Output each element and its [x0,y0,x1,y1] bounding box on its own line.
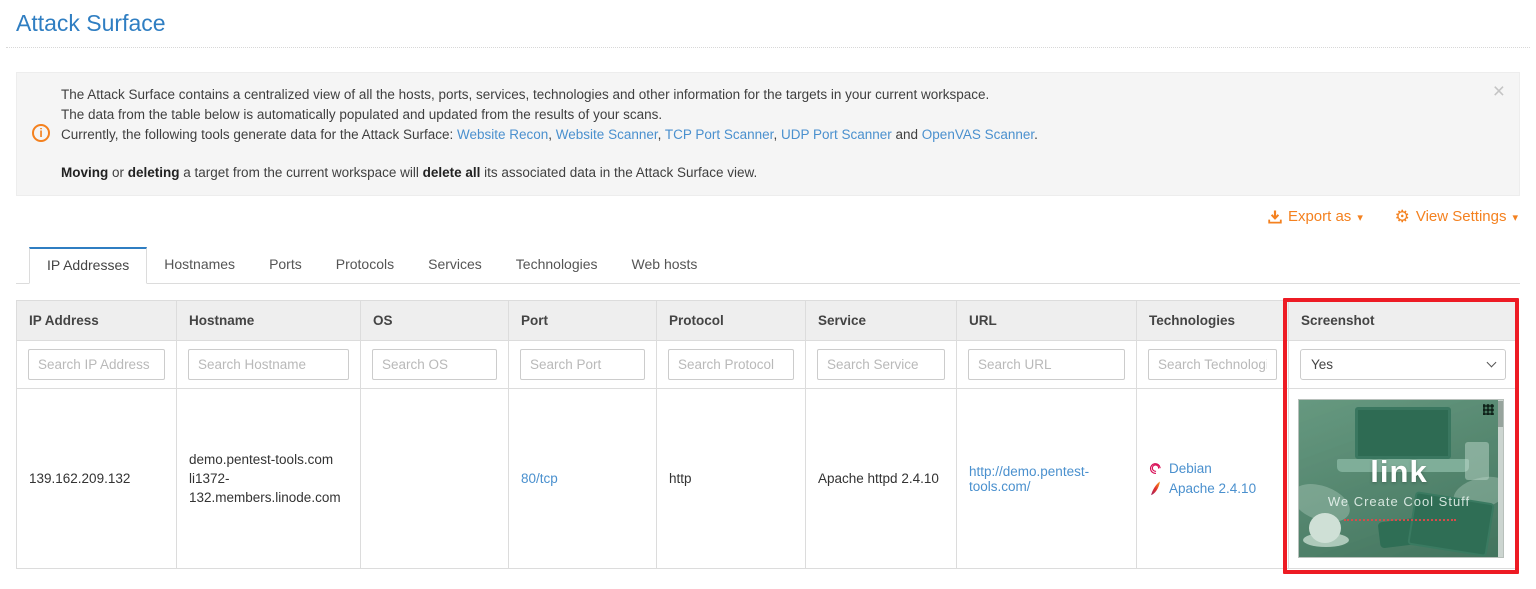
col-header-technologies: Technologies [1137,301,1289,341]
screenshot-filter-select[interactable]: Yes [1300,349,1506,380]
tab-services[interactable]: Services [411,247,499,283]
separator: , [548,127,556,142]
cell-os [361,389,509,569]
thumbnail-checker-icon [1483,404,1494,415]
hostname-secondary: li1372-132.members.linode.com [189,469,348,507]
separator: . [1034,127,1038,142]
apache-link[interactable]: Apache 2.4.10 [1169,481,1256,496]
thumbnail-red-text-line [1344,518,1456,521]
chevron-down-icon [1487,358,1497,368]
apache-icon [1149,481,1162,496]
search-url-input[interactable] [968,349,1125,380]
technology-item-apache: Apache 2.4.10 [1149,481,1276,496]
link-tcp-port-scanner[interactable]: TCP Port Scanner [665,127,774,142]
table-toolbar: Export as ▾ ⚙ View Settings ▾ [16,208,1518,230]
table-row: 139.162.209.132 demo.pentest-tools.com l… [17,389,1518,569]
info-warning-line: Moving or deleting a target from the cur… [61,163,1475,183]
debian-icon [1149,462,1162,475]
port-link[interactable]: 80/tcp [521,471,558,486]
thumbnail-subheading: We Create Cool Stuff [1299,494,1499,509]
info-line-3: Currently, the following tools generate … [61,125,1475,145]
cell-technologies: Debian [1137,389,1289,569]
attack-surface-tabs: IP Addresses Hostnames Ports Protocols S… [16,247,1520,284]
col-header-screenshot: Screenshot [1289,301,1518,341]
caret-down-icon: ▾ [1512,211,1518,224]
cell-service: Apache httpd 2.4.10 [806,389,957,569]
search-technologies-input[interactable] [1148,349,1277,380]
col-header-url: URL [957,301,1137,341]
view-settings-button[interactable]: ⚙ View Settings ▾ [1395,208,1518,225]
tab-ip-addresses[interactable]: IP Addresses [29,247,147,284]
thumbnail-laptop-shape [1355,407,1451,459]
screenshot-thumbnail[interactable]: link We Create Cool Stuff [1298,399,1504,558]
col-header-protocol: Protocol [657,301,806,341]
info-line-2: The data from the table below is automat… [61,105,1475,125]
tab-protocols[interactable]: Protocols [319,247,411,283]
search-port-input[interactable] [520,349,645,380]
cell-ip-address: 139.162.209.132 [17,389,177,569]
url-link[interactable]: http://demo.pentest-tools.com/ [969,464,1089,494]
cell-protocol: http [657,389,806,569]
thumbnail-scrollbar-thumb [1498,401,1503,427]
col-header-service: Service [806,301,957,341]
technology-item-debian: Debian [1149,461,1276,476]
col-header-hostname: Hostname [177,301,361,341]
page-title: Attack Surface [16,10,1536,37]
tab-web-hosts[interactable]: Web hosts [615,247,715,283]
gear-icon: ⚙ [1395,209,1410,225]
search-os-input[interactable] [372,349,497,380]
close-icon[interactable]: × [1493,81,1505,102]
info-line-1: The Attack Surface contains a centralize… [61,85,1475,105]
search-hostname-input[interactable] [188,349,349,380]
tab-hostnames[interactable]: Hostnames [147,247,252,283]
cell-url: http://demo.pentest-tools.com/ [957,389,1137,569]
tab-ports[interactable]: Ports [252,247,319,283]
thumbnail-heading: link [1299,456,1499,488]
link-website-recon[interactable]: Website Recon [457,127,548,142]
col-header-port: Port [509,301,657,341]
download-icon [1268,210,1282,224]
hostname-primary: demo.pentest-tools.com [189,450,348,469]
search-service-input[interactable] [817,349,945,380]
info-icon: i [32,124,50,142]
cell-hostname: demo.pentest-tools.com li1372-132.member… [177,389,361,569]
separator: , [658,127,665,142]
separator: , [773,127,781,142]
view-settings-label: View Settings [1416,208,1507,225]
link-openvas-scanner[interactable]: OpenVAS Scanner [922,127,1034,142]
link-website-scanner[interactable]: Website Scanner [556,127,658,142]
thumbnail-coffee-cup-shape [1309,513,1341,543]
table-filter-row: Yes [17,341,1518,389]
caret-down-icon: ▾ [1357,211,1363,224]
search-protocol-input[interactable] [668,349,794,380]
tab-technologies[interactable]: Technologies [499,247,615,283]
attack-surface-table: IP Address Hostname OS Port Protocol Ser… [16,300,1518,569]
table-header-row: IP Address Hostname OS Port Protocol Ser… [17,301,1518,341]
debian-link[interactable]: Debian [1169,461,1212,476]
info-line-3-prefix: Currently, the following tools generate … [61,127,457,142]
separator: and [892,127,922,142]
title-separator [6,47,1530,48]
col-header-ip-address: IP Address [17,301,177,341]
export-as-label: Export as [1288,208,1351,225]
search-ip-address-input[interactable] [28,349,165,380]
screenshot-filter-value: Yes [1311,357,1333,372]
link-udp-port-scanner[interactable]: UDP Port Scanner [781,127,892,142]
cell-port: 80/tcp [509,389,657,569]
cell-screenshot: link We Create Cool Stuff [1289,389,1518,569]
info-banner: i × The Attack Surface contains a centra… [16,72,1520,196]
export-as-button[interactable]: Export as ▾ [1268,208,1363,225]
col-header-os: OS [361,301,509,341]
